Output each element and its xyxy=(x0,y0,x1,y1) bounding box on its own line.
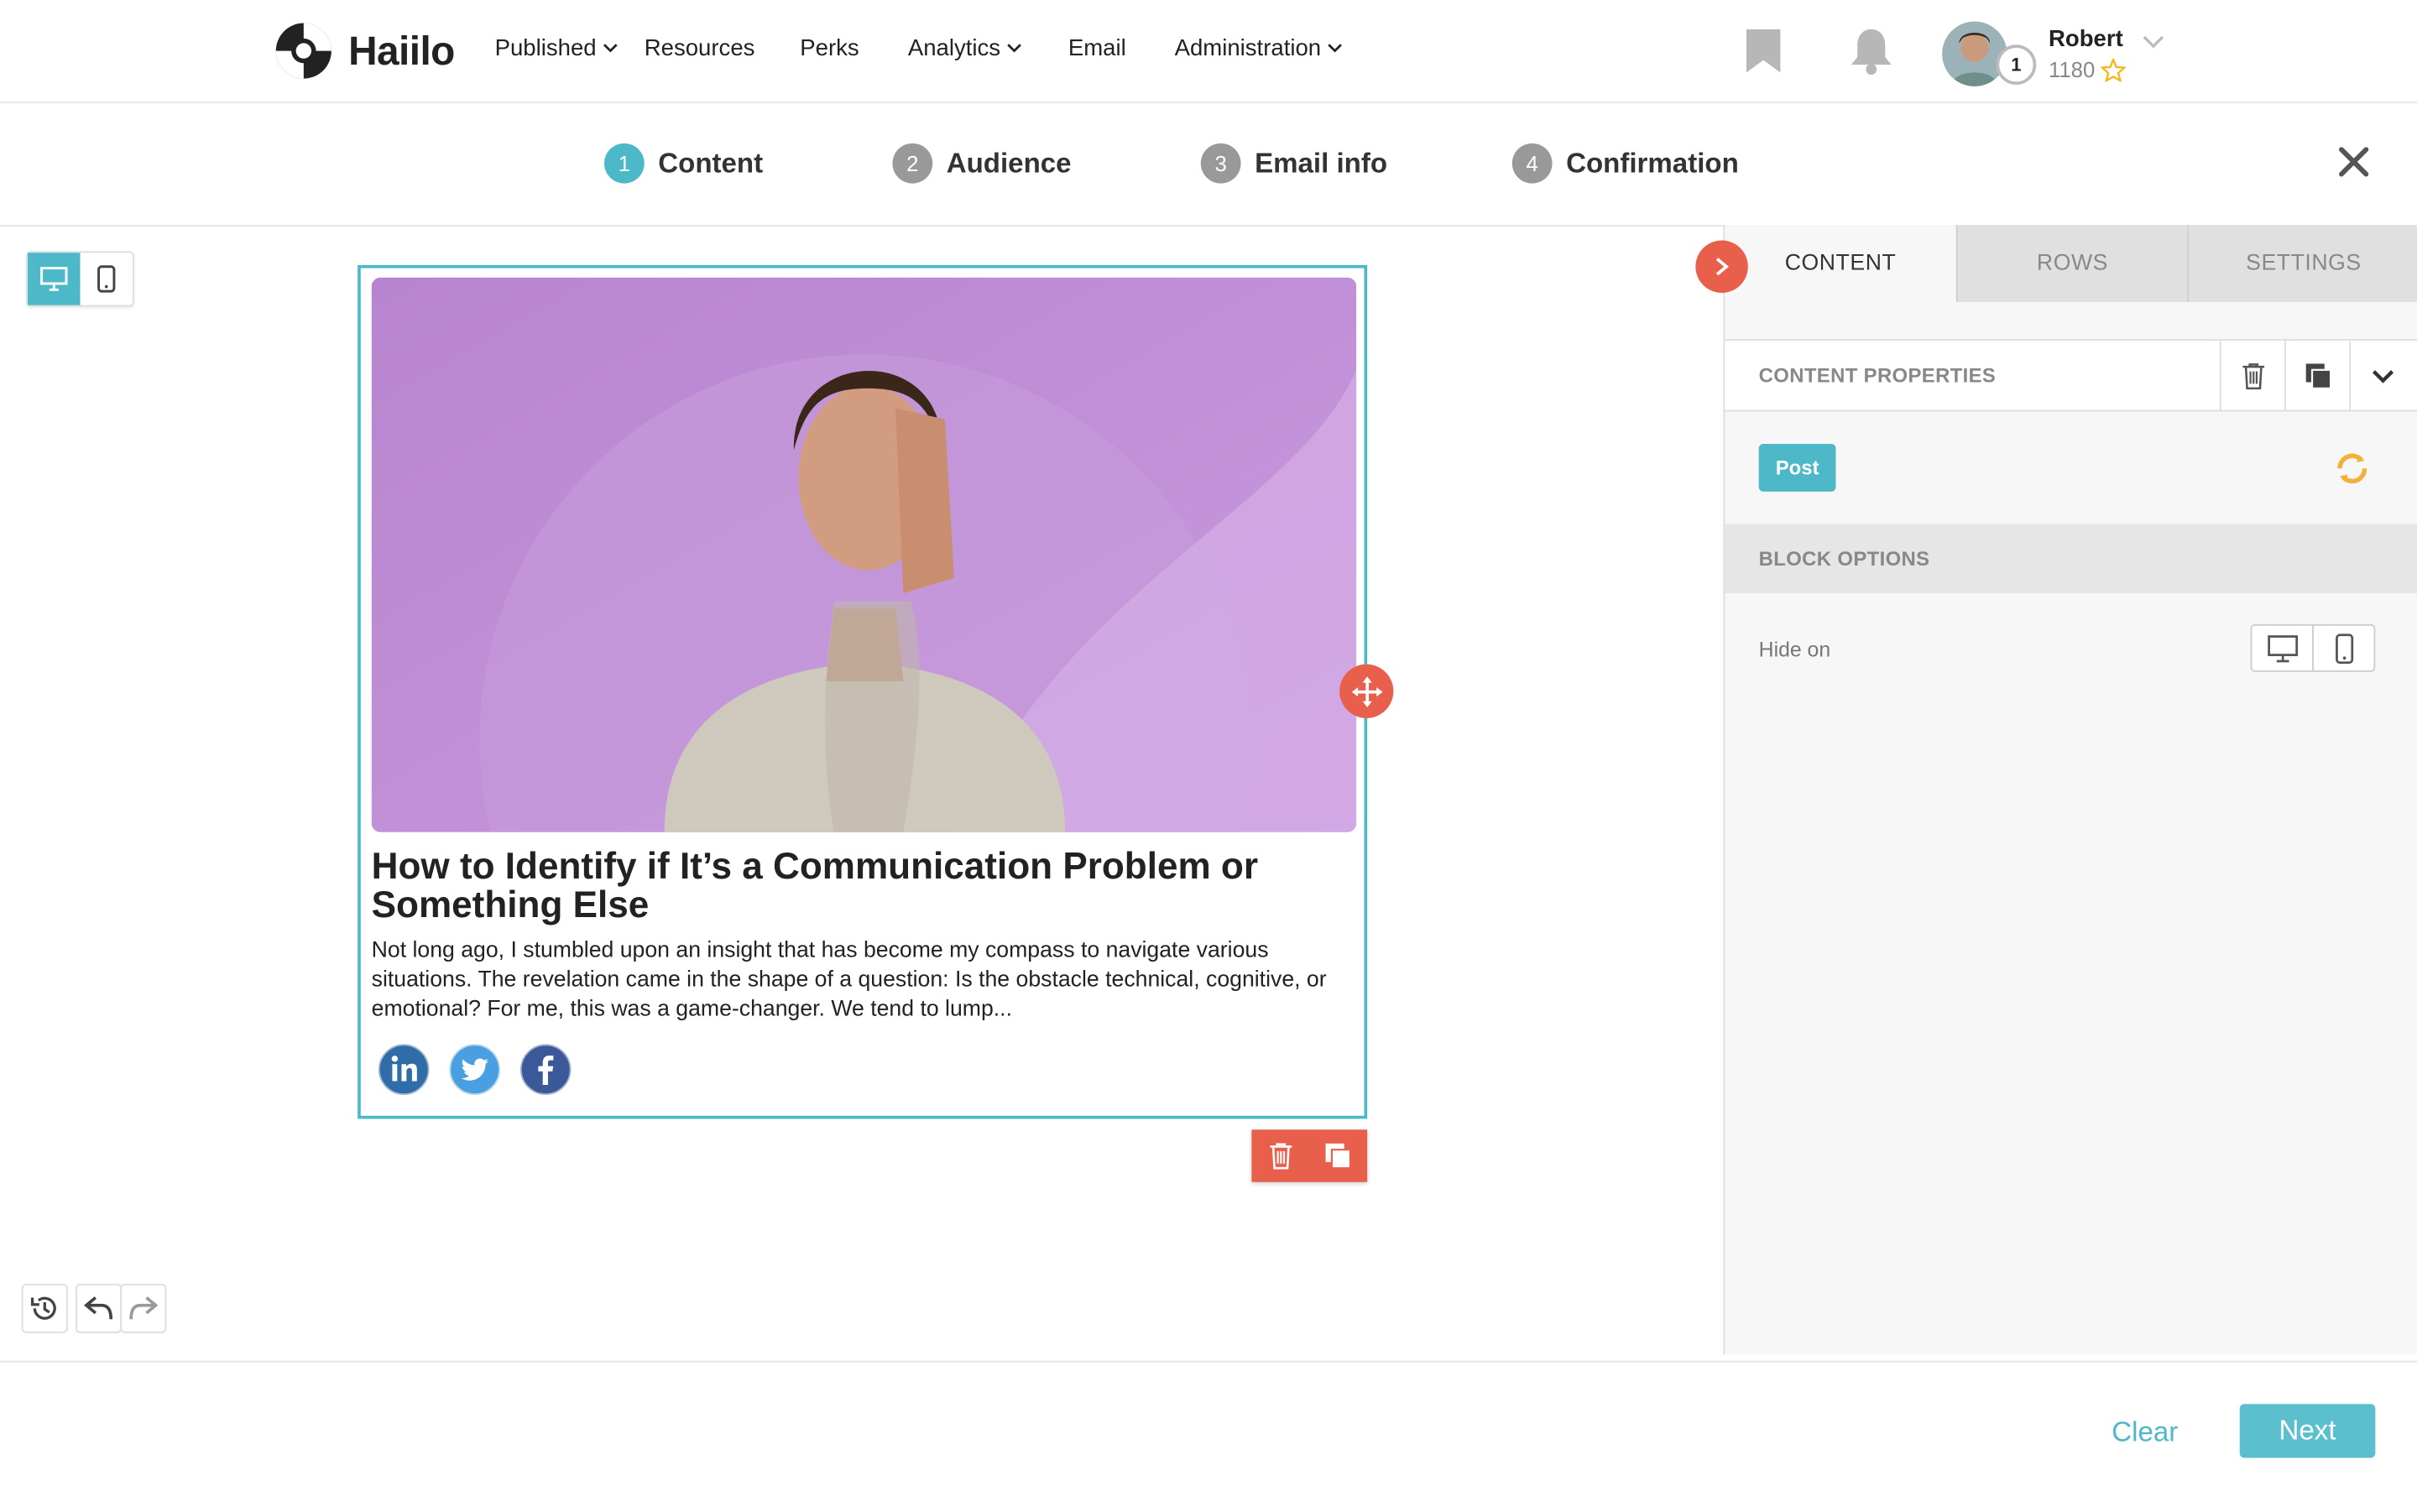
hide-on-label: Hide on xyxy=(1758,638,1831,661)
post-excerpt: Not long ago, I stumbled upon an insight… xyxy=(371,938,1327,1022)
step-label: Content xyxy=(658,147,764,179)
linkedin-icon[interactable] xyxy=(378,1043,430,1095)
user-name[interactable]: Robert xyxy=(2049,26,2123,52)
level-badge: 1 xyxy=(1996,44,2037,86)
undo-button[interactable] xyxy=(75,1283,123,1333)
nav-label: Analytics xyxy=(907,35,1001,62)
next-button[interactable]: Next xyxy=(2239,1404,2376,1458)
nav-analytics[interactable]: Analytics xyxy=(908,35,1022,61)
top-navigation: Haiilo Published Resources Perks Analyti… xyxy=(0,0,2417,104)
tab-rows[interactable]: ROWS xyxy=(1955,225,2188,302)
duplicate-icon xyxy=(1324,1143,1351,1170)
nav-label: Administration xyxy=(1174,35,1322,62)
content-properties-title: CONTENT PROPERTIES xyxy=(1758,363,1997,388)
step-email-info[interactable]: 3 Email info xyxy=(1200,143,1388,184)
delete-content-button[interactable] xyxy=(2219,340,2286,410)
block-actions xyxy=(1251,1129,1368,1182)
nav-administration[interactable]: Administration xyxy=(1175,35,1343,61)
post-title: How to Identify if It’s a Communication … xyxy=(371,846,1259,926)
avatar-image xyxy=(1942,21,2007,86)
nav-label: Resources xyxy=(644,35,755,62)
twitter-icon[interactable] xyxy=(448,1043,501,1095)
redo-button[interactable] xyxy=(120,1283,167,1333)
hero-illustration xyxy=(371,277,1357,832)
avatar[interactable] xyxy=(1942,21,2007,86)
step-label: Audience xyxy=(946,147,1072,179)
post-block[interactable]: How to Identify if It’s a Communication … xyxy=(358,264,1368,1119)
collapse-properties-button[interactable] xyxy=(2349,340,2415,410)
desktop-icon xyxy=(40,267,68,291)
step-confirmation[interactable]: 4 Confirmation xyxy=(1511,143,1739,184)
chevron-down-icon xyxy=(1007,44,1021,53)
step-number: 4 xyxy=(1511,143,1553,184)
desktop-icon xyxy=(2267,634,2298,662)
collapse-panel-button[interactable] xyxy=(1695,240,1748,293)
duplicate-icon xyxy=(2305,362,2332,389)
desktop-preview-button[interactable] xyxy=(28,253,81,305)
step-number: 2 xyxy=(892,143,933,184)
close-icon[interactable] xyxy=(2336,145,2370,179)
logo[interactable]: Haiilo xyxy=(274,22,455,81)
step-number: 1 xyxy=(603,143,645,184)
post-badge: Post xyxy=(1758,443,1836,492)
user-points: 1180 xyxy=(2048,56,2127,82)
chevron-down-icon xyxy=(2372,369,2394,383)
trash-icon xyxy=(1269,1143,1292,1170)
wizard-steps: 1 Content 2 Audience 3 Email info 4 Conf… xyxy=(0,102,2417,227)
mobile-preview-button[interactable] xyxy=(81,253,133,305)
chevron-down-icon xyxy=(1328,44,1342,53)
nav-label: Email xyxy=(1068,35,1126,62)
bookmark-icon[interactable] xyxy=(1745,28,1782,74)
chevron-down-icon[interactable] xyxy=(2141,34,2165,49)
duplicate-block-button[interactable] xyxy=(1308,1129,1365,1181)
block-options-title: BLOCK OPTIONS xyxy=(1758,547,1930,571)
nav-email[interactable]: Email xyxy=(1068,35,1126,61)
post-hero-image xyxy=(371,277,1357,832)
refresh-icon[interactable] xyxy=(2336,451,2369,485)
editor-side-panel: CONTENT ROWS SETTINGS CONTENT PROPERTIES… xyxy=(1723,225,2417,1355)
chevron-down-icon xyxy=(603,44,618,53)
nav-published[interactable]: Published xyxy=(495,35,619,61)
facebook-icon[interactable] xyxy=(519,1043,572,1095)
logo-text: Haiilo xyxy=(348,27,455,74)
block-options-header: BLOCK OPTIONS xyxy=(1725,524,2417,594)
mobile-icon xyxy=(2335,633,2353,664)
points-value: 1180 xyxy=(2048,56,2096,82)
step-number: 3 xyxy=(1200,143,1241,184)
tab-content[interactable]: CONTENT xyxy=(1725,225,1956,302)
step-label: Confirmation xyxy=(1566,147,1739,179)
bell-icon[interactable] xyxy=(1848,26,1894,76)
mobile-icon xyxy=(97,265,116,293)
device-preview-toggle xyxy=(26,251,134,307)
footer-actions: Clear Next xyxy=(0,1360,2417,1512)
star-icon xyxy=(2101,57,2127,81)
duplicate-content-button[interactable] xyxy=(2284,340,2351,410)
content-properties-header: CONTENT PROPERTIES xyxy=(1725,339,2417,412)
move-icon xyxy=(1350,675,1382,707)
nav-perks[interactable]: Perks xyxy=(800,35,859,61)
nav-resources[interactable]: Resources xyxy=(645,35,755,61)
chevron-right-icon xyxy=(1715,258,1729,276)
hide-on-desktop-button[interactable] xyxy=(2252,625,2314,670)
nav-label: Published xyxy=(494,35,597,62)
hide-on-toggle xyxy=(2250,623,2376,672)
redo-icon xyxy=(129,1296,159,1320)
haiilo-logo-icon xyxy=(275,23,331,79)
clear-button[interactable]: Clear xyxy=(2112,1416,2178,1449)
nav-label: Perks xyxy=(800,35,859,62)
history-icon xyxy=(30,1296,56,1320)
step-label: Email info xyxy=(1255,147,1388,179)
step-audience[interactable]: 2 Audience xyxy=(892,143,1072,184)
history-button[interactable] xyxy=(21,1283,68,1333)
move-block-handle[interactable] xyxy=(1339,664,1394,718)
delete-block-button[interactable] xyxy=(1251,1129,1308,1181)
hide-on-mobile-button[interactable] xyxy=(2314,626,2374,670)
tab-settings[interactable]: SETTINGS xyxy=(2187,225,2417,302)
trash-icon xyxy=(2242,362,2265,389)
undo-icon xyxy=(83,1296,113,1320)
step-content[interactable]: 1 Content xyxy=(603,143,764,184)
